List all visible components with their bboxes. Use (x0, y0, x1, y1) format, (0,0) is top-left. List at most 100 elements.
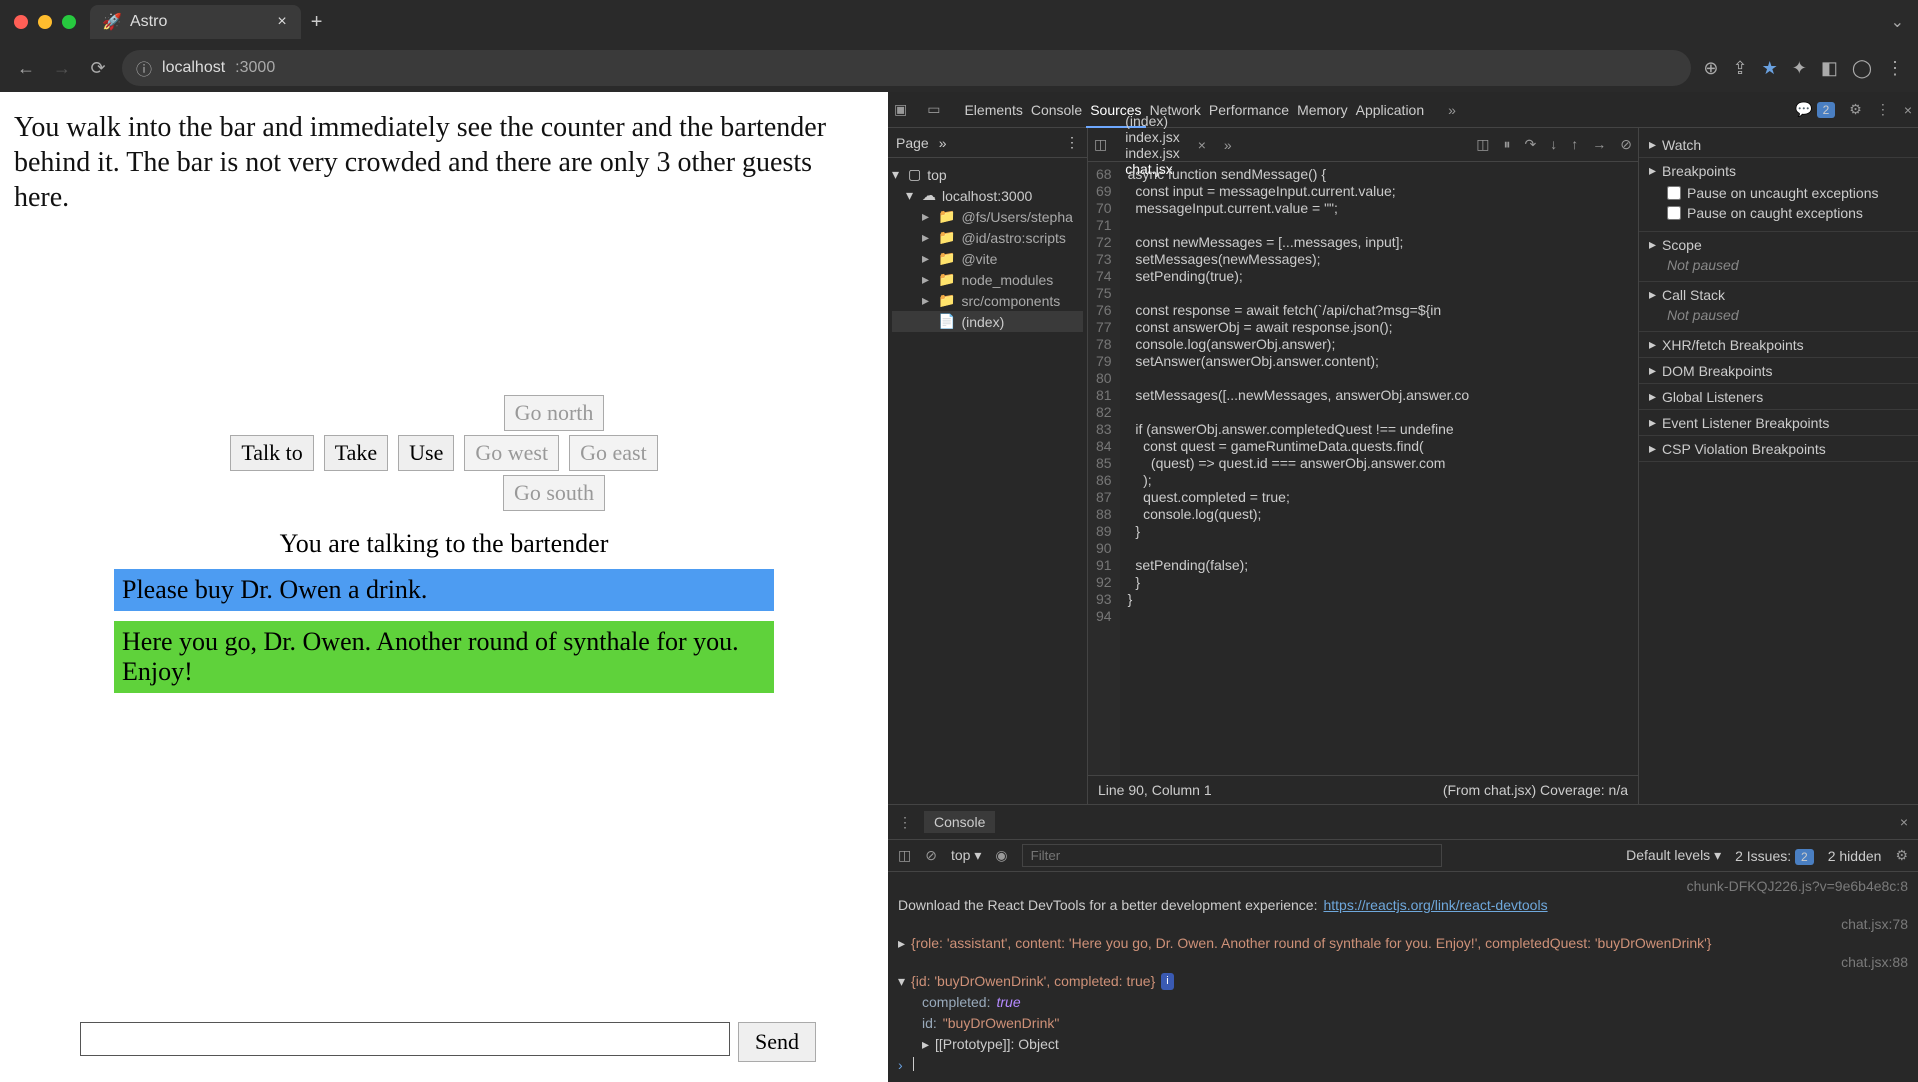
step-over-icon[interactable]: ↷ (1525, 136, 1537, 153)
devtools-tab-application[interactable]: Application (1352, 94, 1429, 126)
info-badge-icon[interactable]: i (1161, 973, 1173, 990)
pause-icon[interactable]: ⏸ (1504, 136, 1511, 153)
tree-host[interactable]: ▾☁localhost:3000 (892, 185, 1083, 206)
debugger-section-dom-breakpoints[interactable]: ▸DOM Breakpoints (1639, 358, 1918, 384)
side-panel-icon[interactable]: ◧ (1821, 58, 1838, 79)
send-button[interactable]: Send (738, 1022, 816, 1062)
go-north-button[interactable]: Go north (504, 395, 605, 431)
file-tab[interactable]: (index) (1125, 113, 1179, 129)
more-nav-icon[interactable]: » (939, 135, 947, 151)
url-bar[interactable]: ⓘ localhost:3000 (122, 50, 1691, 86)
file-tab[interactable]: index.jsx (1125, 145, 1179, 161)
tree-folder[interactable]: ▸📁@vite (892, 248, 1083, 269)
console-context[interactable]: top ▾ (951, 847, 981, 864)
source-link[interactable]: chunk-DFKQJ226.js?v=9e6b4e8c:8 (898, 878, 1908, 895)
file-tab[interactable]: index.jsx (1125, 129, 1179, 145)
debugger-section-breakpoints[interactable]: ▸BreakpointsPause on uncaught exceptions… (1639, 158, 1918, 232)
issues-label[interactable]: 2 Issues: 2 (1735, 848, 1814, 864)
console-menu-icon[interactable]: ⋮ (898, 814, 912, 831)
debugger-section-csp-violation-breakpoints[interactable]: ▸CSP Violation Breakpoints (1639, 436, 1918, 462)
minimize-window-icon[interactable] (38, 15, 52, 29)
console-filter-input[interactable] (1022, 844, 1442, 867)
console-log-entry[interactable]: ▸{role: 'assistant', content: 'Here you … (898, 933, 1908, 954)
file-tabs-more-icon[interactable]: » (1224, 137, 1232, 153)
source-link[interactable]: chat.jsx:88 (898, 954, 1908, 971)
room-description: You walk into the bar and immediately se… (14, 110, 874, 215)
maximize-window-icon[interactable] (62, 15, 76, 29)
step-out-icon[interactable]: ↑ (1571, 136, 1578, 153)
tree-folder[interactable]: ▸📁node_modules (892, 269, 1083, 290)
info-icon[interactable]: ⓘ (136, 56, 152, 80)
tree-folder[interactable]: ▸📁@fs/Users/stepha (892, 206, 1083, 227)
console-settings-icon[interactable]: ⚙ (1895, 847, 1908, 864)
chevron-down-icon[interactable]: ⌄ (1891, 12, 1904, 32)
reload-button[interactable]: ⟳ (86, 58, 110, 79)
react-devtools-link[interactable]: https://reactjs.org/link/react-devtools (1323, 897, 1547, 914)
source-link[interactable]: chat.jsx:78 (898, 916, 1908, 933)
devtools-tab-elements[interactable]: Elements (960, 94, 1026, 126)
code-editor[interactable]: 6869707172737475767778798081828384858687… (1088, 162, 1638, 775)
hidden-count: 2 hidden (1828, 848, 1882, 864)
window-controls (14, 15, 76, 29)
console-log-entry[interactable]: ▾{id: 'buyDrOwenDrink', completed: true}… (898, 971, 1908, 992)
toggle-panel-icon[interactable]: ◫ (1476, 136, 1489, 153)
device-toolbar-icon[interactable]: ▭ (927, 101, 940, 118)
console-drawer-tab[interactable]: Console (924, 811, 995, 833)
new-tab-button[interactable]: + (311, 11, 323, 34)
debugger-section-scope[interactable]: ▸ScopeNot paused (1639, 232, 1918, 282)
extensions-icon[interactable]: ✦ (1792, 58, 1807, 79)
close-console-icon[interactable]: × (1900, 814, 1908, 830)
debugger-section-global-listeners[interactable]: ▸Global Listeners (1639, 384, 1918, 410)
browser-tab[interactable]: 🚀 Astro × (90, 5, 301, 39)
talk-to-button[interactable]: Talk to (230, 435, 313, 471)
deactivate-bp-icon[interactable]: ⊘ (1620, 136, 1632, 153)
message-input[interactable] (80, 1022, 730, 1056)
tree-top[interactable]: ▾▢top (892, 164, 1083, 185)
zoom-icon[interactable]: ⊕ (1703, 58, 1718, 79)
use-button[interactable]: Use (398, 435, 454, 471)
debugger-section-watch[interactable]: ▸Watch (1639, 132, 1918, 158)
more-tabs-icon[interactable]: » (1448, 102, 1456, 118)
debugger-section-call-stack[interactable]: ▸Call StackNot paused (1639, 282, 1918, 332)
live-expression-icon[interactable]: ◉ (995, 847, 1007, 864)
close-window-icon[interactable] (14, 15, 28, 29)
take-button[interactable]: Take (324, 435, 388, 471)
forward-button[interactable]: → (50, 58, 74, 79)
devtools-menu-icon[interactable]: ⋮ (1876, 101, 1890, 118)
step-icon[interactable]: → (1592, 136, 1606, 153)
breakpoint-checkbox[interactable] (1667, 186, 1681, 200)
debugger-section-xhr-fetch-breakpoints[interactable]: ▸XHR/fetch Breakpoints (1639, 332, 1918, 358)
bookmark-icon[interactable]: ★ (1762, 58, 1778, 79)
tab-title: Astro (130, 13, 167, 31)
go-west-button[interactable]: Go west (464, 435, 559, 471)
clear-console-icon[interactable]: ⊘ (925, 847, 937, 864)
tree-index[interactable]: 📄(index) (892, 311, 1083, 332)
chat-message-assistant: Here you go, Dr. Owen. Another round of … (114, 621, 774, 693)
go-south-button[interactable]: Go south (503, 475, 605, 511)
file-tab-close-icon[interactable]: × (1198, 137, 1206, 153)
console-prompt[interactable]: › (898, 1055, 1908, 1076)
profile-icon[interactable]: ◯ (1852, 58, 1872, 79)
debugger-section-event-listener-breakpoints[interactable]: ▸Event Listener Breakpoints (1639, 410, 1918, 436)
console-sidebar-icon[interactable]: ◫ (898, 847, 911, 864)
page-nav-tab[interactable]: Page (896, 135, 929, 151)
devtools-tab-memory[interactable]: Memory (1293, 94, 1352, 126)
tree-folder[interactable]: ▸📁@id/astro:scripts (892, 227, 1083, 248)
issues-badge[interactable]: 💬 2 (1795, 101, 1835, 118)
nav-menu-icon[interactable]: ⋮ (1065, 134, 1079, 151)
step-into-icon[interactable]: ↓ (1550, 136, 1557, 153)
settings-icon[interactable]: ⚙ (1849, 101, 1862, 118)
devtools-tab-performance[interactable]: Performance (1205, 94, 1293, 126)
close-tab-icon[interactable]: × (277, 13, 286, 31)
menu-icon[interactable]: ⋮ (1886, 58, 1904, 79)
file-tabs-left-icon[interactable]: ◫ (1094, 136, 1107, 153)
back-button[interactable]: ← (14, 58, 38, 79)
close-devtools-icon[interactable]: × (1904, 102, 1912, 118)
inspect-icon[interactable]: ▣ (894, 101, 907, 118)
tree-folder[interactable]: ▸📁src/components (892, 290, 1083, 311)
go-east-button[interactable]: Go east (569, 435, 658, 471)
share-icon[interactable]: ⇪ (1733, 58, 1748, 79)
breakpoint-checkbox[interactable] (1667, 206, 1681, 220)
log-levels[interactable]: Default levels ▾ (1626, 847, 1721, 864)
devtools-tab-console[interactable]: Console (1027, 94, 1086, 126)
